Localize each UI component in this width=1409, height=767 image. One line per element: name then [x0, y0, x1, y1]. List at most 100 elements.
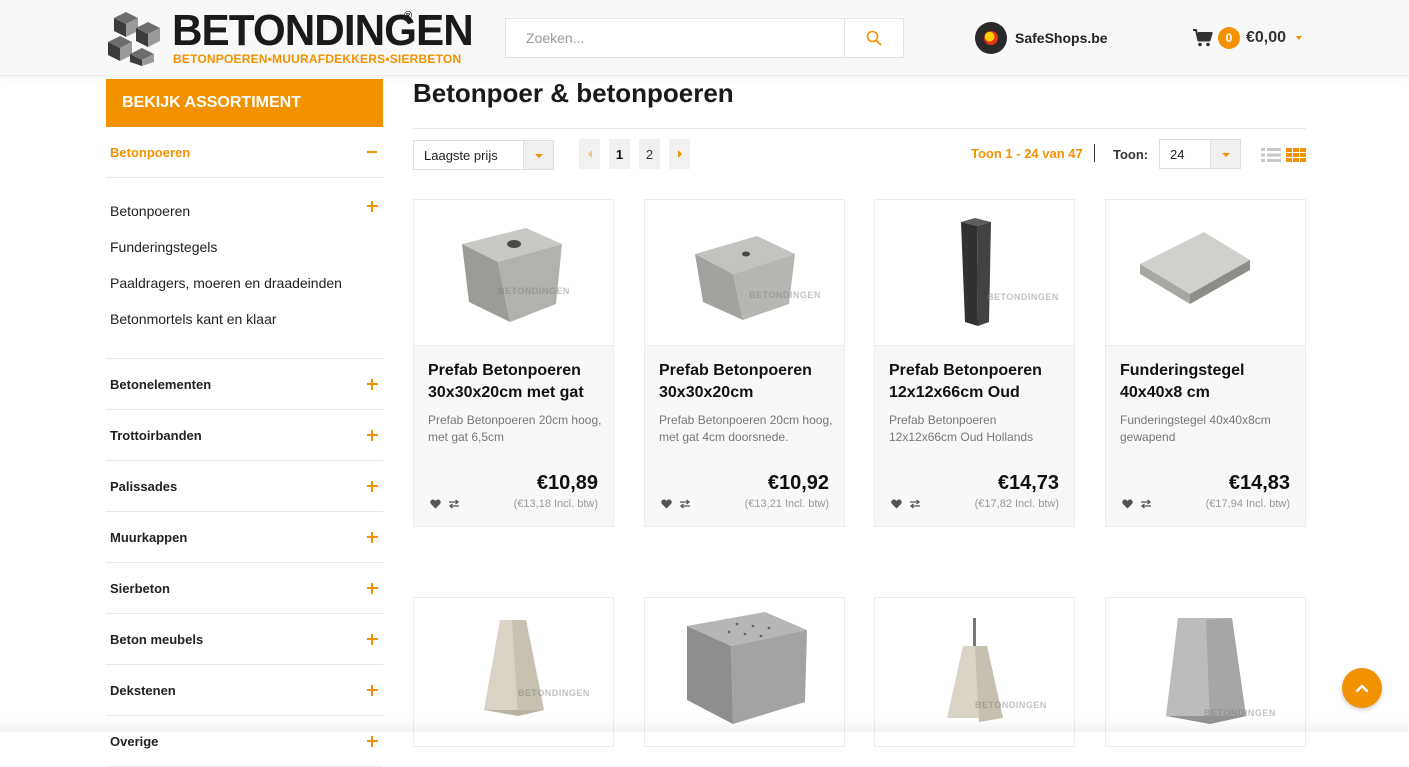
results-range: Toon 1 - 24 van 47 [971, 146, 1083, 161]
product-name[interactable]: Prefab Betonpoeren 30x30x20cm met gat [428, 360, 603, 404]
search-button[interactable] [844, 19, 903, 57]
concrete-tile-image [1140, 232, 1250, 304]
site-logo[interactable]: BETONDINGEN ® BETONPOEREN•MUURAFDEKKERS•… [106, 8, 474, 68]
expand-plus-icon[interactable] [367, 430, 378, 441]
pagination-page[interactable]: 2 [639, 139, 660, 169]
product-price: €14,73 [997, 472, 1059, 494]
product-description: Prefab Betonpoeren 20cm hoog, met gat 4c… [659, 413, 833, 444]
cart-total: €0,00 [1246, 29, 1287, 46]
sidebar-category-label: Muurkappen [110, 529, 188, 545]
watermark: BETONDINGEN [987, 292, 1059, 302]
sidebar-subcategory-item[interactable]: Betonpoeren [110, 200, 383, 236]
sidebar-category-item[interactable]: Sierbeton [106, 563, 383, 614]
product-price: €14,83 [1228, 472, 1290, 494]
sidebar-category-active[interactable]: Betonpoeren [106, 127, 383, 178]
expand-plus-icon[interactable] [367, 379, 378, 390]
product-description: Prefab Betonpoeren 12x12x66cm Oud Hollan… [889, 413, 1034, 444]
sidebar-subcategory-item[interactable]: Paaldragers, moeren en draadeinden [110, 272, 383, 308]
watermark: BETONDINGEN [1204, 708, 1276, 718]
brand-registered-mark: ® [404, 10, 413, 22]
brand-tagline: BETONPOEREN•MUURAFDEKKERS•SIERBETON [173, 52, 462, 66]
brand-name: BETONDINGEN [172, 6, 474, 55]
safeshops-label: SafeShops.be [1015, 30, 1108, 46]
pagination-prev-button[interactable] [579, 139, 600, 169]
cart-dropdown-caret-icon[interactable] [1296, 36, 1303, 40]
heart-icon[interactable] [891, 499, 902, 509]
site-header: BETONDINGEN ® BETONPOEREN•MUURAFDEKKERS•… [0, 0, 1409, 76]
product-description: Prefab Betonpoeren 20cm hoog, met gat 6,… [428, 413, 602, 444]
product-card[interactable]: Funderingstegel 40x40x8 cm Funderingsteg… [1105, 199, 1306, 527]
sidebar-category-label: Betonpoeren [110, 144, 191, 160]
sidebar-subcategory-item[interactable]: Betonmortels kant en klaar [110, 308, 383, 344]
compare-icon[interactable] [909, 499, 921, 509]
product-price-incl-vat: (€17,82 Incl. btw) [974, 498, 1059, 510]
product-image[interactable]: BETONDINGEN [875, 200, 1074, 346]
expand-plus-icon[interactable] [367, 201, 378, 212]
list-view-icon[interactable] [1261, 148, 1281, 162]
sort-selected-value: Laagste prijs [424, 148, 498, 163]
concrete-block-with-hole-image [462, 228, 562, 322]
grid-view-icon[interactable] [1286, 148, 1306, 162]
product-image[interactable] [1106, 200, 1305, 346]
sidebar-category-label: Trottoirbanden [110, 427, 202, 443]
sidebar-category-item[interactable]: Beton meubels [106, 614, 383, 665]
view-assortment-button[interactable]: BEKIJK ASSORTIMENT [106, 79, 383, 127]
dark-concrete-post-image [961, 218, 991, 326]
product-name[interactable]: Prefab Betonpoeren 30x30x20cm [659, 360, 834, 404]
compare-icon[interactable] [448, 499, 460, 509]
heart-icon[interactable] [1122, 499, 1133, 509]
logo-cubes-icon [108, 12, 160, 66]
cart-button[interactable]: 0 €0,00 [1192, 24, 1303, 52]
pagination-next-button[interactable] [669, 139, 690, 169]
compare-icon[interactable] [1140, 499, 1152, 509]
sidebar-category-item[interactable]: Palissades [106, 461, 383, 512]
per-page-value: 24 [1170, 147, 1185, 162]
search-icon [866, 30, 882, 46]
chevron-down-icon[interactable] [523, 141, 553, 169]
product-card[interactable]: BETONDINGEN Prefab Betonpoeren 30x30x20c… [644, 199, 845, 527]
product-price-incl-vat: (€13,18 Incl. btw) [513, 498, 598, 510]
safeshops-badge[interactable]: SafeShops.be [975, 22, 1108, 54]
sidebar-category-label: Sierbeton [110, 580, 170, 596]
product-description: Funderingstegel 40x40x8cm gewapend [1120, 413, 1271, 444]
product-card[interactable]: BETONDINGEN Prefab Betonpoeren 30x30x20c… [413, 199, 614, 527]
sidebar-category-item[interactable]: Trottoirbanden [106, 410, 383, 461]
sidebar-category-item[interactable]: Betonelementen [106, 359, 383, 410]
chevron-up-icon [1355, 684, 1369, 693]
pagination-page[interactable]: 1 [609, 139, 630, 169]
safeshops-icon [975, 22, 1007, 54]
expand-plus-icon[interactable] [367, 736, 378, 747]
per-page-select[interactable]: 24 [1159, 139, 1241, 169]
sidebar-category-label: Overige [110, 733, 159, 749]
compare-icon[interactable] [679, 499, 691, 509]
collapse-minus-icon[interactable] [367, 151, 377, 153]
scroll-shadow [0, 718, 1409, 732]
sort-select[interactable]: Laagste prijs [413, 140, 554, 170]
product-name[interactable]: Funderingstegel 40x40x8 cm [1120, 360, 1295, 404]
sidebar-category-item[interactable]: Muurkappen [106, 512, 383, 563]
expand-plus-icon[interactable] [367, 634, 378, 645]
chevron-down-icon[interactable] [1210, 140, 1240, 168]
search-input[interactable] [506, 19, 845, 57]
back-to-top-button[interactable] [1342, 668, 1382, 708]
heart-icon[interactable] [661, 499, 672, 509]
product-name[interactable]: Prefab Betonpoeren 12x12x66cm Oud [889, 360, 1064, 404]
product-price-incl-vat: (€13,21 Incl. btw) [744, 498, 829, 510]
sidebar-category-label: Betonelementen [110, 376, 212, 392]
sidebar-subcategory-item[interactable]: Funderingstegels [110, 236, 383, 272]
expand-plus-icon[interactable] [367, 583, 378, 594]
sidebar-subcategory-list: Betonpoeren Funderingstegels Paaldragers… [106, 178, 383, 359]
sidebar-category-label: Palissades [110, 478, 178, 494]
expand-plus-icon[interactable] [367, 685, 378, 696]
product-image[interactable]: BETONDINGEN [414, 200, 613, 346]
expand-plus-icon[interactable] [367, 532, 378, 543]
watermark: BETONDINGEN [975, 700, 1047, 710]
sidebar-category-item[interactable]: Dekstenen [106, 665, 383, 716]
heart-icon[interactable] [430, 499, 441, 509]
sidebar-category-label: Beton meubels [110, 631, 204, 647]
product-price: €10,89 [536, 472, 598, 494]
product-card[interactable]: BETONDINGEN Prefab Betonpoeren 12x12x66c… [874, 199, 1075, 527]
product-image[interactable]: BETONDINGEN [645, 200, 844, 346]
divider [1094, 144, 1095, 162]
expand-plus-icon[interactable] [367, 481, 378, 492]
